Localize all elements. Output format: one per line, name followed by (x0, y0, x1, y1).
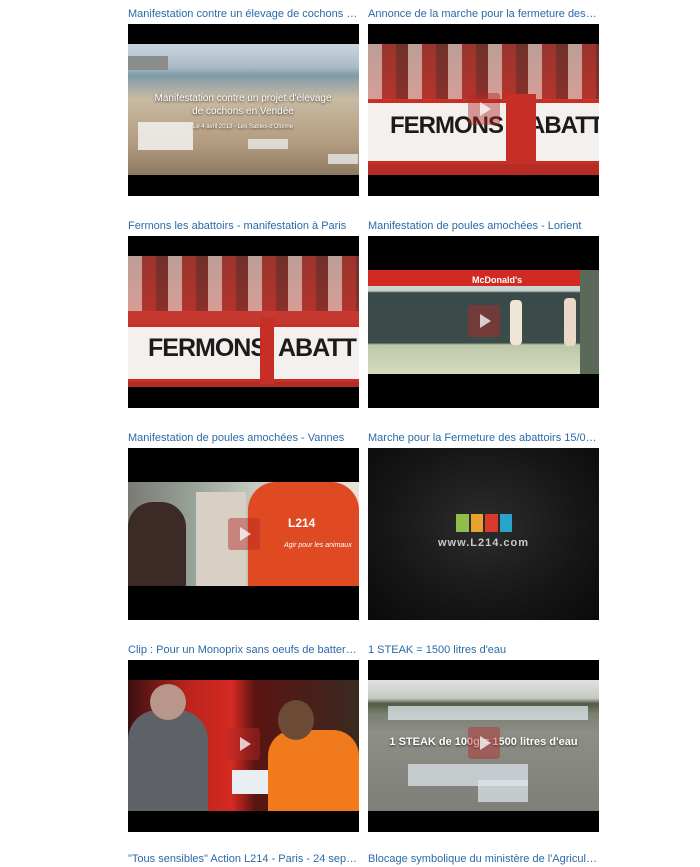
logo-text: www.L214.com (437, 537, 530, 549)
video-card: Blocage symbolique du ministère de l'Agr… (368, 853, 599, 867)
video-title-link[interactable]: Manifestation contre un élevage de cocho… (128, 8, 359, 22)
play-icon[interactable] (468, 305, 500, 337)
video-card: Manifestation de poules amochées - Vanne… (128, 432, 359, 620)
video-thumbnail: L214 Agir pour les animaux (128, 482, 359, 586)
video-player[interactable]: Manifestation contre un projet d'élevage… (128, 24, 359, 196)
video-title-link[interactable]: Blocage symbolique du ministère de l'Agr… (368, 853, 599, 867)
video-card: Annonce de la marche pour la fermeture d… (368, 8, 599, 196)
video-card: Manifestation de poules amochées - Lorie… (368, 220, 599, 408)
jacket-text: Agir pour les animaux (284, 542, 352, 549)
video-card: Clip : Pour un Monoprix sans oeufs de ba… (128, 644, 359, 832)
video-title-link[interactable]: Clip : Pour un Monoprix sans oeufs de ba… (128, 644, 359, 658)
video-player[interactable]: McDonald's (368, 236, 599, 408)
video-overlay-subtitle: Le 4 avril 2013 - Les Sables-d'Olonne (192, 124, 294, 130)
video-thumbnail: FERMONS ABATT (368, 44, 599, 175)
video-thumbnail: FERMONS ABATT (128, 256, 359, 387)
video-player[interactable]: 1 STEAK de 100g = 1500 litres d'eau (368, 660, 599, 832)
storefront-sign: McDonald's (472, 275, 523, 285)
video-overlay-title: Manifestation contre un projet d'élevage… (154, 93, 332, 117)
l214-logo-icon (456, 514, 512, 532)
video-player[interactable]: L214 Agir pour les animaux (128, 448, 359, 620)
play-icon[interactable] (228, 728, 260, 760)
banner-text-right: ABATT (528, 112, 599, 139)
video-thumbnail (128, 680, 359, 811)
video-player[interactable] (128, 660, 359, 832)
video-thumbnail: 1 STEAK de 100g = 1500 litres d'eau (368, 680, 599, 811)
video-card: "Tous sensibles" Action L214 - Paris - 2… (128, 853, 359, 867)
video-title-link[interactable]: "Tous sensibles" Action L214 - Paris - 2… (128, 853, 359, 867)
video-player[interactable]: FERMONS ABATT (128, 236, 359, 408)
video-title-link[interactable]: Annonce de la marche pour la fermeture d… (368, 8, 599, 22)
video-player[interactable]: www.L214.com (368, 448, 599, 620)
play-icon[interactable] (228, 518, 260, 550)
jacket-logo: L214 (288, 516, 316, 530)
video-title-link[interactable]: Manifestation de poules amochées - Vanne… (128, 432, 359, 446)
video-card: Fermons les abattoirs - manifestation à … (128, 220, 359, 408)
video-card: Marche pour la Fermeture des abattoirs 1… (368, 432, 599, 620)
video-title-link[interactable]: Manifestation de poules amochées - Lorie… (368, 220, 599, 234)
banner-text-right: ABATT (278, 334, 357, 362)
video-thumbnail: McDonald's (368, 270, 599, 374)
play-icon[interactable] (468, 727, 500, 759)
banner-text-left: FERMONS (148, 334, 267, 362)
video-thumbnail: Manifestation contre un projet d'élevage… (128, 44, 359, 175)
video-title-link[interactable]: Marche pour la Fermeture des abattoirs 1… (368, 432, 599, 446)
video-title-link[interactable]: Fermons les abattoirs - manifestation à … (128, 220, 359, 234)
play-icon[interactable] (468, 93, 500, 125)
video-card: 1 STEAK = 1500 litres d'eau 1 STEAK de 1… (368, 644, 599, 832)
video-title-link[interactable]: 1 STEAK = 1500 litres d'eau (368, 644, 599, 658)
video-player[interactable]: FERMONS ABATT (368, 24, 599, 196)
video-card: Manifestation contre un élevage de cocho… (128, 8, 359, 196)
